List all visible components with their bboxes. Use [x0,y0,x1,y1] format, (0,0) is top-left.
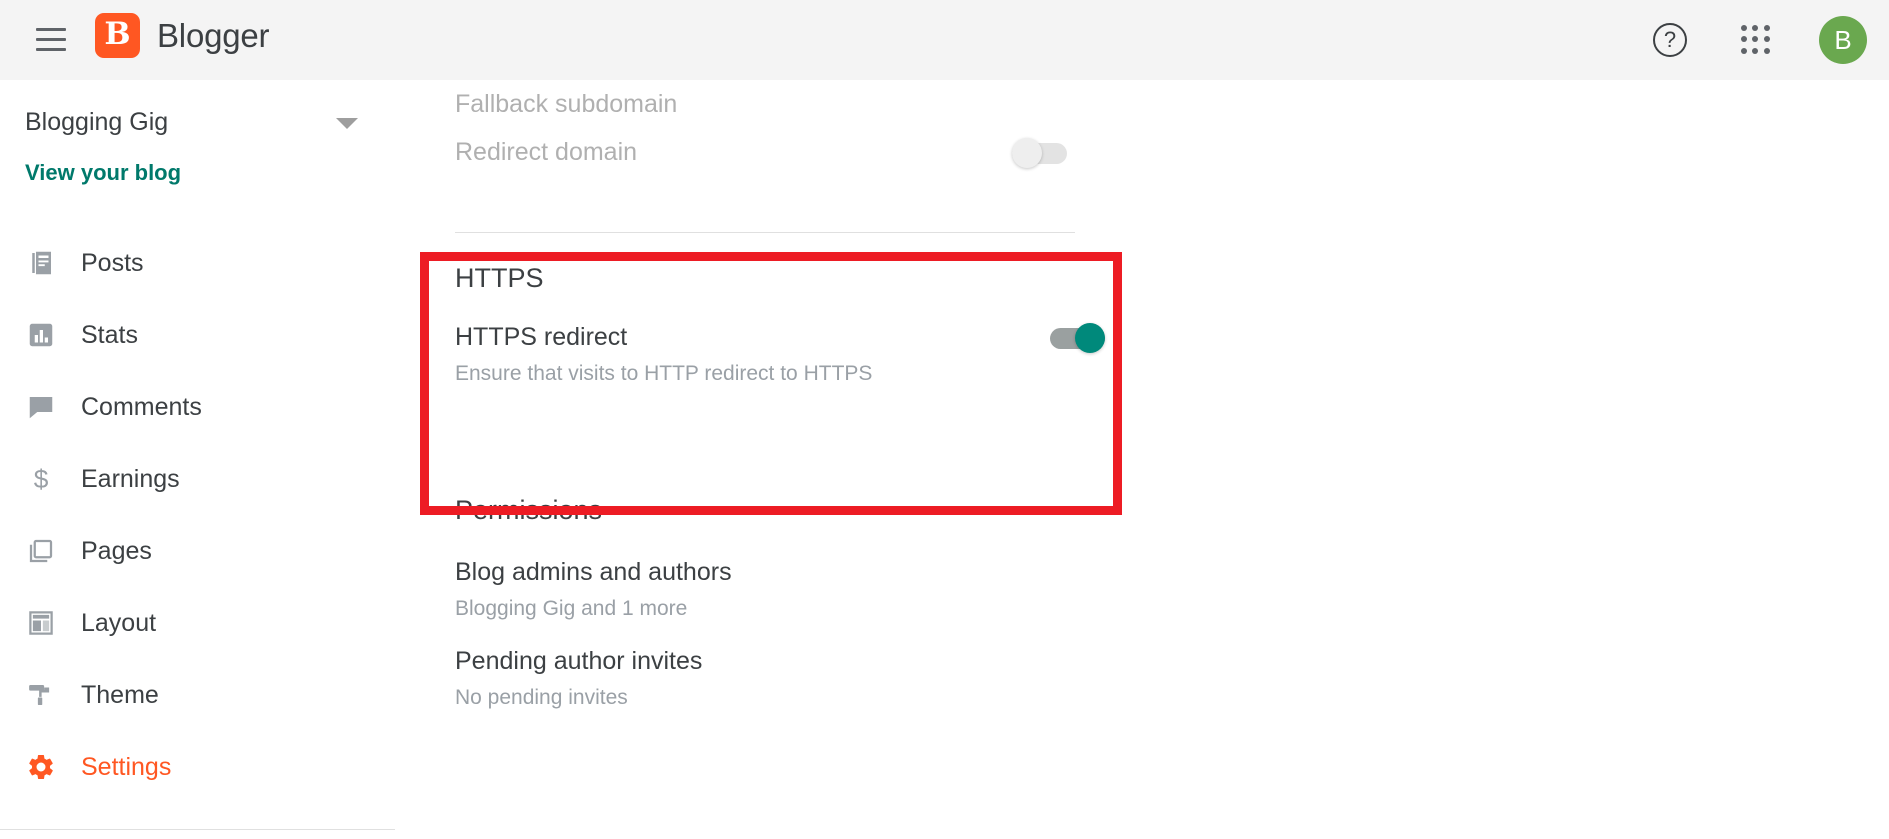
redirect-domain-toggle[interactable] [1012,138,1075,168]
fallback-subdomain-row[interactable]: Fallback subdomain [455,90,1075,119]
sidebar-item-label: Settings [81,752,172,781]
toggle-knob [1012,138,1042,168]
blog-admins-label: Blog admins and authors [455,558,732,586]
sidebar-item-theme[interactable]: Theme [0,659,395,731]
https-redirect-row[interactable]: HTTPS redirect Ensure that visits to HTT… [455,323,1105,386]
blog-selector[interactable]: Blogging Gig [25,100,380,144]
top-header: B Blogger ? B [0,0,1889,80]
sidebar-item-pages[interactable]: Pages [0,515,395,587]
svg-text:$: $ [34,464,49,494]
https-redirect-toggle[interactable] [1042,323,1105,353]
settings-icon [26,752,56,782]
header-actions: ? B [1647,0,1867,80]
apps-grid-icon [1741,25,1771,55]
sidebar-item-earnings[interactable]: $ Earnings [0,443,395,515]
https-redirect-description: Ensure that visits to HTTP redirect to H… [455,362,873,385]
hamburger-line [36,27,66,31]
layout-icon [26,608,56,638]
sidebar-item-stats[interactable]: Stats [0,299,395,371]
toggle-knob [1075,323,1105,353]
stats-icon [26,320,56,350]
posts-icon [26,248,56,278]
https-redirect-label: HTTPS redirect [455,323,628,351]
sidebar-item-label: Comments [81,392,202,421]
pending-invites-value: No pending invites [455,686,628,709]
earnings-icon: $ [26,464,56,494]
view-your-blog-link[interactable]: View your blog [25,160,181,186]
help-button[interactable]: ? [1647,17,1693,63]
blog-name: Blogging Gig [25,107,169,136]
sidebar-divider [0,829,395,830]
sidebar-item-comments[interactable]: Comments [0,371,395,443]
fallback-subdomain-label: Fallback subdomain [455,90,678,118]
hamburger-menu-icon[interactable] [36,24,70,54]
account-avatar[interactable]: B [1819,16,1867,64]
theme-icon [26,680,56,710]
pages-icon [26,536,56,566]
google-apps-button[interactable] [1733,17,1779,63]
brand-title: Blogger [157,16,270,54]
redirect-domain-row[interactable]: Redirect domain [455,138,1075,168]
redirect-domain-label: Redirect domain [455,138,638,166]
help-icon: ? [1653,23,1687,57]
blog-admins-row[interactable]: Blog admins and authors Blogging Gig and… [455,558,1075,621]
permissions-section-heading: Permissions [455,495,603,525]
sidebar-item-layout[interactable]: Layout [0,587,395,659]
hamburger-line [36,47,66,51]
sidebar-item-label: Stats [81,320,138,349]
section-divider [455,232,1075,233]
https-section-heading: HTTPS [455,263,544,293]
sidebar-item-label: Theme [81,680,159,709]
blog-admins-value: Blogging Gig and 1 more [455,597,688,620]
sidebar-item-label: Layout [81,608,157,637]
sidebar-nav: Posts Stats Comments $ Earnings Pages La… [0,227,395,803]
sidebar: Blogging Gig View your blog Posts Stats … [0,80,395,839]
sidebar-item-settings[interactable]: Settings [0,731,395,803]
hamburger-line [36,37,66,41]
settings-content: Fallback subdomain Redirect domain HTTPS… [395,80,1889,839]
sidebar-item-label: Posts [81,248,144,277]
chevron-down-icon [336,118,358,129]
sidebar-item-label: Earnings [81,464,180,493]
sidebar-item-label: Pages [81,536,152,565]
blogger-logo-icon: B [95,13,140,58]
comments-icon [26,392,56,422]
pending-invites-row[interactable]: Pending author invites No pending invite… [455,647,1075,710]
blogger-brand[interactable]: B Blogger [95,13,270,58]
pending-invites-label: Pending author invites [455,647,703,675]
sidebar-item-posts[interactable]: Posts [0,227,395,299]
